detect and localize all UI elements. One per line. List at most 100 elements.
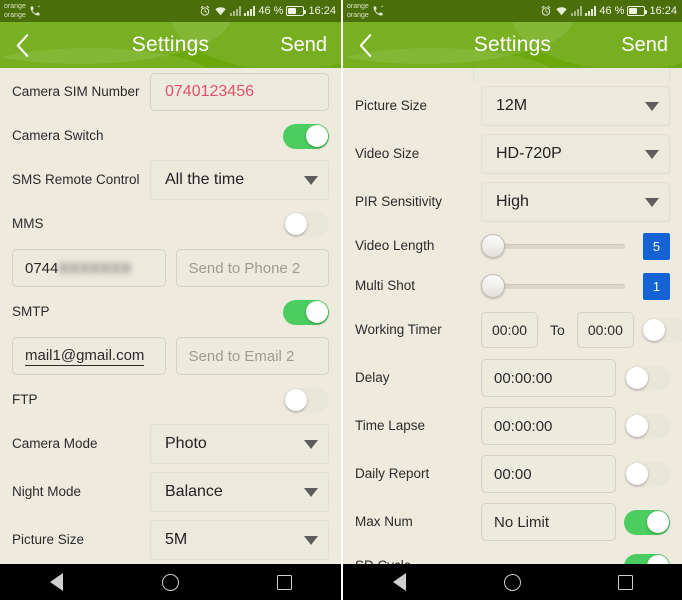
picture-size-dropdown[interactable]: 12M — [481, 86, 670, 126]
chevron-down-icon — [645, 101, 659, 111]
row-picture-size-right: Picture Size 12M — [355, 82, 670, 130]
camera-sim-number-input[interactable]: 0740123456 — [150, 73, 329, 111]
max-num-input[interactable]: No Limit — [481, 503, 616, 541]
signal-sim2-icon — [244, 6, 256, 16]
nav-recents-button[interactable] — [254, 574, 314, 590]
picture-size-dropdown[interactable]: 5M — [150, 520, 329, 560]
row-pir-sensitivity: PIR Sensitivity High — [355, 178, 670, 226]
toggle-knob — [625, 415, 648, 437]
partial-previous-row-right — [355, 68, 670, 82]
toggle-knob — [646, 511, 669, 533]
time-lapse-toggle[interactable] — [624, 413, 670, 439]
chevron-down-icon — [304, 535, 318, 545]
camera-switch-toggle[interactable] — [283, 123, 329, 149]
settings-list-right: Picture Size 12M Video Size HD-720P PIR … — [343, 68, 682, 564]
status-bar-right: orange orange 46 % 16:24 — [343, 0, 682, 22]
night-mode-value: Balance — [165, 483, 223, 500]
dual-screenshot-container: orange orange 46 % 16:24 Settings Send C… — [0, 0, 682, 600]
send-button[interactable]: Send — [621, 34, 668, 57]
back-triangle-icon — [50, 573, 64, 591]
status-clock: 16:24 — [649, 5, 677, 17]
max-num-toggle[interactable] — [624, 509, 670, 535]
multi-shot-slider[interactable] — [481, 273, 625, 299]
working-timer-to-input[interactable]: 00:00 — [576, 312, 634, 348]
carrier-sim1: orange — [347, 3, 369, 10]
row-mms: MMS — [12, 204, 329, 244]
row-max-num: Max Num No Limit — [355, 498, 670, 546]
picture-size-value: 12M — [496, 97, 528, 114]
send-to-phone-1-input[interactable]: 0744 XXXXXXX — [12, 249, 166, 287]
carrier-sim1: orange — [4, 3, 26, 10]
daily-report-input[interactable]: 00:00 — [481, 455, 616, 493]
pir-sensitivity-dropdown[interactable]: High — [481, 182, 670, 222]
signal-sim1-icon — [571, 6, 583, 16]
working-timer-toggle[interactable] — [641, 317, 682, 343]
ftp-toggle[interactable] — [283, 387, 329, 413]
label-camera-sim-number: Camera SIM Number — [12, 83, 140, 99]
slider-thumb[interactable] — [481, 274, 505, 298]
nav-home-button[interactable] — [483, 573, 543, 591]
mms-toggle[interactable] — [283, 211, 329, 237]
sms-remote-control-value: All the time — [165, 171, 245, 188]
recents-square-icon — [276, 574, 292, 590]
label-camera-mode: Camera Mode — [12, 435, 98, 451]
delay-toggle[interactable] — [624, 365, 670, 391]
video-size-dropdown[interactable]: HD-720P — [481, 134, 670, 174]
email-1-value: mail1@gmail.com — [25, 346, 145, 366]
back-arrow-icon — [16, 33, 28, 57]
time-lapse-input[interactable]: 00:00:00 — [481, 407, 616, 445]
android-nav-bar-left — [0, 564, 341, 600]
row-phone-numbers: 0744 XXXXXXX Send to Phone 2 — [12, 244, 329, 292]
row-video-length: Video Length 5 — [355, 226, 670, 266]
partial-dropdown-right[interactable] — [473, 68, 670, 82]
delay-input[interactable]: 00:00:00 — [481, 359, 616, 397]
sd-cycle-toggle[interactable] — [624, 553, 670, 564]
camera-mode-dropdown[interactable]: Photo — [150, 424, 329, 464]
carrier-sim2: orange — [4, 12, 26, 19]
app-header-right: Settings Send — [343, 22, 682, 68]
right-phone-screen: orange orange 46 % 16:24 Settings Send P… — [341, 0, 682, 600]
row-camera-sim-number: Camera SIM Number 0740123456 — [12, 68, 329, 116]
back-button[interactable] — [0, 22, 44, 68]
carrier-sim2: orange — [347, 12, 369, 19]
battery-icon — [286, 6, 307, 16]
left-phone-screen: orange orange 46 % 16:24 Settings Send C… — [0, 0, 341, 600]
row-camera-mode: Camera Mode Photo — [12, 420, 329, 468]
nav-back-button[interactable] — [27, 573, 87, 591]
label-delay: Delay — [355, 369, 390, 385]
send-to-phone-2-input[interactable]: Send to Phone 2 — [175, 249, 329, 287]
slider-thumb[interactable] — [481, 234, 505, 258]
label-smtp: SMTP — [12, 303, 50, 319]
label-camera-switch: Camera Switch — [12, 127, 104, 143]
carrier-labels: orange orange — [4, 2, 26, 20]
phone-1-masked: XXXXXXX — [58, 259, 132, 277]
status-clock: 16:24 — [308, 5, 336, 17]
working-timer-from-input[interactable]: 00:00 — [481, 312, 539, 348]
label-daily-report: Daily Report — [355, 465, 430, 481]
row-working-timer: Working Timer 00:00 To 00:00 — [355, 306, 682, 354]
send-button[interactable]: Send — [280, 34, 327, 57]
send-to-email-1-input[interactable]: mail1@gmail.com — [12, 337, 166, 375]
video-length-slider[interactable] — [481, 233, 625, 259]
chevron-down-icon — [304, 487, 318, 497]
row-delay: Delay 00:00:00 — [355, 354, 670, 402]
row-sd-cycle: SD Cycle — [355, 546, 670, 564]
night-mode-dropdown[interactable]: Balance — [150, 472, 329, 512]
nav-home-button[interactable] — [140, 573, 200, 591]
sms-remote-control-dropdown[interactable]: All the time — [150, 160, 329, 200]
signal-sim1-icon — [230, 6, 242, 16]
chevron-down-icon — [645, 149, 659, 159]
label-sms-remote-control: SMS Remote Control — [12, 171, 140, 187]
daily-report-toggle[interactable] — [624, 461, 670, 487]
nav-recents-button[interactable] — [596, 574, 656, 590]
row-daily-report: Daily Report 00:00 — [355, 450, 670, 498]
label-time-lapse: Time Lapse — [355, 417, 426, 433]
status-icons-left: 46 % 16:24 — [199, 5, 336, 17]
row-time-lapse: Time Lapse 00:00:00 — [355, 402, 670, 450]
back-button[interactable] — [343, 22, 387, 68]
chevron-down-icon — [304, 439, 318, 449]
smtp-toggle[interactable] — [283, 299, 329, 325]
send-to-email-2-input[interactable]: Send to Email 2 — [175, 337, 329, 375]
nav-back-button[interactable] — [370, 573, 430, 591]
row-ftp: FTP — [12, 380, 329, 420]
